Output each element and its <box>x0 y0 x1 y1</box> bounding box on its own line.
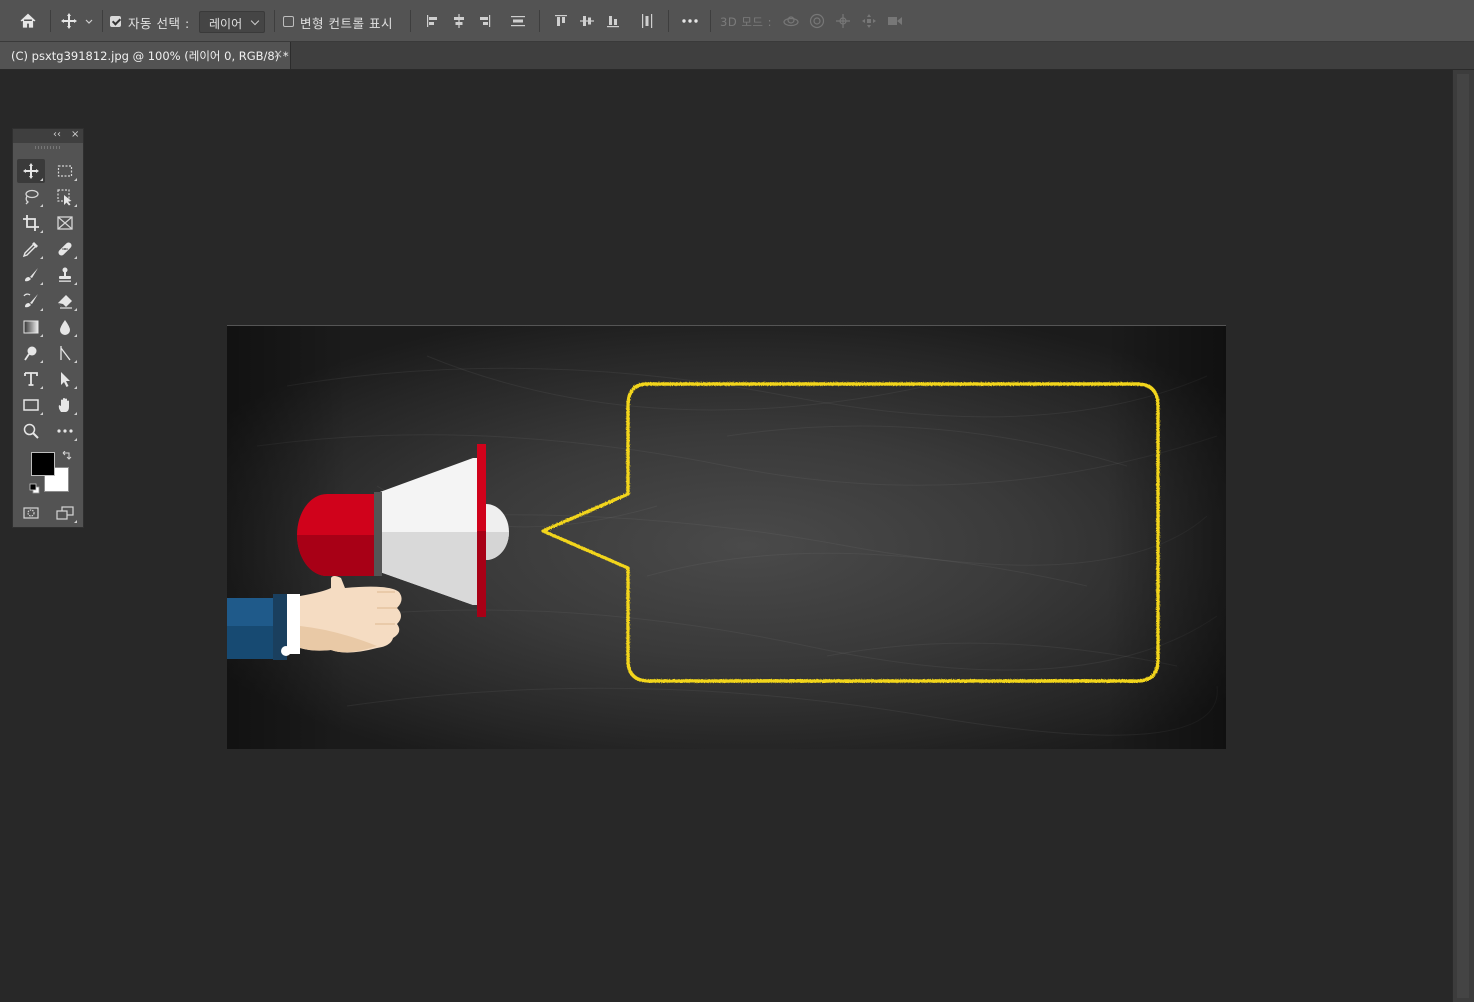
chalkboard-artwork <box>227 326 1226 749</box>
type-tool[interactable] <box>17 367 45 391</box>
type-icon <box>24 372 38 386</box>
pen-tool[interactable] <box>51 341 79 365</box>
move-tool-icon[interactable] <box>60 12 78 30</box>
screen-mode-icon <box>56 506 74 520</box>
object-select-icon <box>57 189 72 206</box>
crop-icon <box>23 215 39 231</box>
move-tool[interactable] <box>17 159 45 183</box>
pan-3d-icon <box>836 14 850 28</box>
screen-mode-button[interactable] <box>51 501 79 525</box>
document-tab-bar: (C) psxtg391812.jpg @ 100% (레이어 0, RGB/8… <box>0 42 1474 70</box>
eyedropper-icon <box>22 242 38 258</box>
zoom-tool[interactable] <box>17 419 45 443</box>
separator <box>50 10 51 32</box>
blur-tool[interactable] <box>51 315 79 339</box>
separator <box>410 10 411 32</box>
vertical-scrollbar[interactable] <box>1452 70 1474 1002</box>
dodge-tool[interactable] <box>17 341 45 365</box>
slide-3d-icon <box>862 14 876 28</box>
toolbox-panel: ‹‹ × <box>12 128 84 528</box>
options-bar: 자동 선택 : 레이어 변형 컨트롤 표시 3D 모드 : <box>0 0 1474 42</box>
close-icon[interactable]: × <box>71 129 79 140</box>
align-top-icon[interactable] <box>552 12 570 30</box>
swap-colors-icon[interactable] <box>61 451 72 462</box>
quick-mask-icon <box>23 507 39 519</box>
edit-toolbar-button[interactable] <box>51 419 79 443</box>
marquee-icon <box>57 165 73 177</box>
separator <box>102 10 103 32</box>
transform-controls-checkbox[interactable] <box>283 16 294 27</box>
auto-select-checkbox[interactable] <box>110 16 121 27</box>
scrollbar-thumb[interactable] <box>1457 74 1469 998</box>
chevron-down-icon[interactable] <box>84 12 94 30</box>
separator <box>274 10 275 32</box>
more-icon[interactable] <box>681 12 699 30</box>
separator <box>668 10 669 32</box>
toolbox-grip[interactable] <box>35 146 61 149</box>
rectangle-icon <box>23 399 39 411</box>
gradient-tool[interactable] <box>17 315 45 339</box>
brush-tool[interactable] <box>17 263 45 287</box>
zoom-icon <box>23 423 39 439</box>
drop-icon <box>60 320 70 335</box>
eraser-tool[interactable] <box>51 289 79 313</box>
default-colors-icon[interactable] <box>29 483 40 494</box>
brush-icon <box>25 268 38 282</box>
gradient-icon <box>23 320 39 334</box>
distribute-vertical-icon[interactable] <box>509 12 527 30</box>
lasso-tool[interactable] <box>17 185 45 209</box>
document-tab-title: (C) psxtg391812.jpg @ 100% (레이어 0, RGB/8… <box>11 49 289 63</box>
rectangle-tool[interactable] <box>17 393 45 417</box>
transform-controls-label: 변형 컨트롤 표시 <box>300 16 393 31</box>
history-brush-icon <box>23 293 38 308</box>
align-bottom-icon[interactable] <box>604 12 622 30</box>
crop-tool[interactable] <box>17 211 45 235</box>
foreground-color-swatch[interactable] <box>31 452 55 476</box>
auto-select-label: 자동 선택 : <box>128 16 190 31</box>
document-canvas[interactable] <box>227 325 1226 749</box>
chevron-down-icon <box>250 16 260 26</box>
orbit-3d-icon <box>783 16 799 27</box>
dodge-icon <box>24 346 37 361</box>
align-right-icon[interactable] <box>475 12 493 30</box>
separator <box>710 10 711 32</box>
align-left-icon[interactable] <box>424 12 442 30</box>
eraser-icon <box>58 295 72 309</box>
home-icon[interactable] <box>19 12 37 30</box>
hand-icon <box>58 398 69 412</box>
path-selection-tool[interactable] <box>51 367 79 391</box>
document-tab[interactable]: (C) psxtg391812.jpg @ 100% (레이어 0, RGB/8… <box>0 42 291 69</box>
frame-tool[interactable] <box>51 211 79 235</box>
separator <box>539 10 540 32</box>
bandage-icon <box>58 242 72 256</box>
dropdown-value: 레이어 <box>209 17 243 31</box>
3d-mode-label: 3D 모드 : <box>720 15 773 29</box>
lasso-icon <box>25 189 39 205</box>
frame-icon <box>57 216 73 230</box>
eyedropper-tool[interactable] <box>17 237 45 261</box>
toolbox-header[interactable]: ‹‹ × <box>13 129 83 143</box>
align-horizontal-center-icon[interactable] <box>450 12 468 30</box>
hand-tool[interactable] <box>51 393 79 417</box>
distribute-horizontal-icon[interactable] <box>638 12 656 30</box>
camera-3d-icon <box>888 17 902 25</box>
arrow-icon <box>61 372 70 387</box>
close-icon[interactable]: × <box>273 47 283 61</box>
object-selection-tool[interactable] <box>51 185 79 209</box>
rectangular-marquee-tool[interactable] <box>51 159 79 183</box>
more-icon <box>57 429 73 433</box>
healing-brush-tool[interactable] <box>51 237 79 261</box>
auto-select-target-dropdown[interactable]: 레이어 <box>199 11 265 33</box>
collapse-icon[interactable]: ‹‹ <box>53 129 61 140</box>
history-brush-tool[interactable] <box>17 289 45 313</box>
quick-mask-button[interactable] <box>17 501 45 525</box>
align-vertical-center-icon[interactable] <box>578 12 596 30</box>
roll-3d-icon <box>809 13 825 29</box>
stamp-icon <box>59 267 71 282</box>
pen-icon <box>60 346 71 361</box>
clone-stamp-tool[interactable] <box>51 263 79 287</box>
move-icon <box>23 163 39 179</box>
